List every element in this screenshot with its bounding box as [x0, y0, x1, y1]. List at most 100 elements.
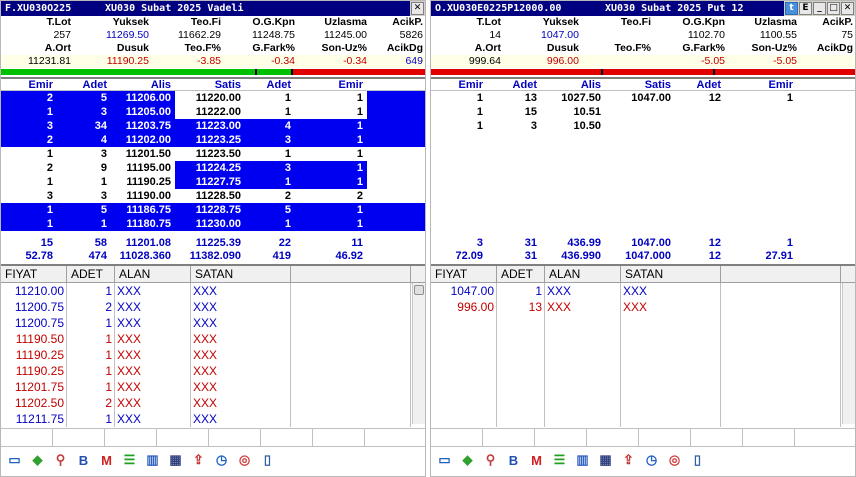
twitter-icon[interactable]: t	[785, 2, 798, 15]
trade-col-header[interactable]: SATAN	[191, 266, 291, 282]
close-icon[interactable]: ✕	[411, 2, 424, 15]
info-label: AcikDg	[386, 42, 423, 54]
depth-row[interactable]: 1 15 10.51	[431, 105, 855, 119]
trade-price	[431, 379, 497, 395]
trade-buyer: XXX	[115, 379, 191, 395]
depth-row[interactable]: 2 9 11195.00 11224.25 3 1	[1, 161, 425, 175]
input-strip[interactable]	[1, 428, 425, 447]
depth-row[interactable]: 2 4 11202.00 11223.25 3 1	[1, 133, 425, 147]
depth-a1: 3	[100, 190, 107, 202]
book-icon[interactable]: ▯	[688, 451, 707, 470]
e-icon[interactable]: E	[799, 2, 812, 15]
trade-col-header[interactable]: FIYAT	[1, 266, 67, 282]
trade-row[interactable]: 11210.00 1 XXX XXX	[1, 283, 425, 299]
monitor-icon[interactable]: ▭	[435, 451, 454, 470]
vertical-scrollbar[interactable]	[412, 283, 425, 424]
trade-row[interactable]: 1047.00 1 XXX XXX	[431, 283, 855, 299]
globe-icon[interactable]: ◎	[235, 451, 254, 470]
depth-row[interactable]: 1 3 11201.50 11223.50 1 1	[1, 147, 425, 161]
trade-row[interactable]	[431, 315, 855, 331]
depth-alis: 11203.75	[125, 120, 171, 132]
trade-row[interactable]: 11190.25 1 XXX XXX	[1, 363, 425, 379]
depth-row[interactable]: 3 34 11203.75 11223.00 4 1	[1, 119, 425, 133]
list-lines-icon[interactable]: ☰	[120, 451, 139, 470]
depth-row[interactable]: 1 5 11186.75 11228.75 5 1	[1, 203, 425, 217]
info-label: AcikDg	[816, 42, 853, 54]
trade-row[interactable]: 11200.75 2 XXX XXX	[1, 299, 425, 315]
depth-row[interactable]: 1 13 1027.50 1047.00 12 1	[431, 91, 855, 105]
total-value: 22	[278, 237, 291, 249]
trade-price: 11202.50	[1, 395, 67, 411]
depth-row[interactable]: 1 1 11190.25 11227.75 1 1	[1, 175, 425, 189]
monitor-icon[interactable]: ▭	[5, 451, 24, 470]
mail-icon[interactable]: M	[97, 451, 116, 470]
trade-row[interactable]: 11202.50 2 XXX XXX	[1, 395, 425, 411]
trade-row[interactable]	[431, 395, 855, 411]
upload-icon[interactable]: ⇪	[619, 451, 638, 470]
depth-row[interactable]: 2 5 11206.00 11220.00 1 1	[1, 91, 425, 105]
input-strip[interactable]	[431, 428, 855, 447]
upload-icon[interactable]: ⇪	[189, 451, 208, 470]
maximize-icon[interactable]: □	[827, 2, 840, 15]
close-icon[interactable]: ✕	[841, 2, 854, 15]
cube-icon[interactable]: ◆	[28, 451, 47, 470]
search-doc-icon[interactable]: ⚲	[481, 451, 500, 470]
minimize-icon[interactable]: _	[813, 2, 826, 15]
trade-price	[431, 331, 497, 347]
trade-row[interactable]: 11190.25 1 XXX XXX	[1, 347, 425, 363]
scroll-thumb[interactable]	[414, 285, 424, 295]
search-doc-icon[interactable]: ⚲	[51, 451, 70, 470]
info-label: A.Ort	[474, 42, 501, 54]
info-value: -5.05	[729, 55, 801, 68]
window-controls: ✕	[410, 1, 425, 16]
depth-row[interactable]: 1 3 11205.00 11222.00 1 1	[1, 105, 425, 119]
list-lines-icon[interactable]: ☰	[550, 451, 569, 470]
depth-header: Emir Adet Alis Satis Adet Emir	[431, 77, 855, 91]
trade-price: 11190.50	[1, 331, 67, 347]
bar-chart-icon[interactable]: ▥	[143, 451, 162, 470]
depth-row[interactable]: 1 3 10.50	[431, 119, 855, 133]
trade-col-header[interactable]: SATAN	[621, 266, 721, 282]
trade-qty: 2	[67, 299, 115, 315]
trade-list: FIYAT ADET ALAN SATAN 11210.00 1 XXX XXX 11200.…	[1, 264, 425, 427]
bar-chart-icon[interactable]: ▥	[573, 451, 592, 470]
trade-col-header[interactable]: ALAN	[545, 266, 621, 282]
trade-spacer	[291, 395, 411, 411]
book-icon[interactable]: ▯	[258, 451, 277, 470]
globe-icon[interactable]: ◎	[665, 451, 684, 470]
info-value: -0.34	[299, 55, 371, 68]
table-icon[interactable]: ▦	[166, 451, 185, 470]
trade-row[interactable]: 11211.75 1 XXX XXX	[1, 411, 425, 427]
title-bar[interactable]: O.XU030E0225P12000.00 XU030 Subat 2025 P…	[431, 1, 855, 16]
trade-col-header[interactable]: ADET	[67, 266, 115, 282]
depth-row[interactable]: 3 3 11190.00 11228.50 2 2	[1, 189, 425, 203]
trade-row[interactable]	[431, 363, 855, 379]
info-label: T.Lot	[46, 16, 72, 28]
trade-col-header[interactable]: ADET	[497, 266, 545, 282]
trade-row[interactable]: 11190.50 1 XXX XXX	[1, 331, 425, 347]
trade-row[interactable]: 11200.75 1 XXX XXX	[1, 315, 425, 331]
vertical-scrollbar[interactable]	[842, 283, 855, 424]
trade-row[interactable]	[431, 347, 855, 363]
total-value: 11225.39	[195, 237, 241, 249]
trade-row[interactable]: 996.00 13 XXX XXX	[431, 299, 855, 315]
mail-icon[interactable]: M	[527, 451, 546, 470]
title-bar[interactable]: F.XU030O225 XU030 Subat 2025 Vadeli ✕	[1, 1, 425, 16]
table-icon[interactable]: ▦	[596, 451, 615, 470]
info-value: 11248.75	[251, 29, 295, 41]
toolbar: ▭ ◆ ⚲ B M ☰ ▥ ▦ ⇪ ◷ ◎ ▯	[431, 448, 855, 472]
bold-b-icon[interactable]: B	[74, 451, 93, 470]
trade-spacer	[721, 363, 841, 379]
depth-row[interactable]: 1 1 11180.75 11230.00 1 1	[1, 217, 425, 231]
trade-row[interactable]: 11201.75 1 XXX XXX	[1, 379, 425, 395]
bold-b-icon[interactable]: B	[504, 451, 523, 470]
trade-col-header[interactable]: FIYAT	[431, 266, 497, 282]
trade-seller: XXX	[191, 411, 291, 427]
trade-row[interactable]	[431, 379, 855, 395]
clock-icon[interactable]: ◷	[212, 451, 231, 470]
trade-row[interactable]	[431, 331, 855, 347]
trade-row[interactable]	[431, 411, 855, 427]
cube-icon[interactable]: ◆	[458, 451, 477, 470]
clock-icon[interactable]: ◷	[642, 451, 661, 470]
trade-col-header[interactable]: ALAN	[115, 266, 191, 282]
